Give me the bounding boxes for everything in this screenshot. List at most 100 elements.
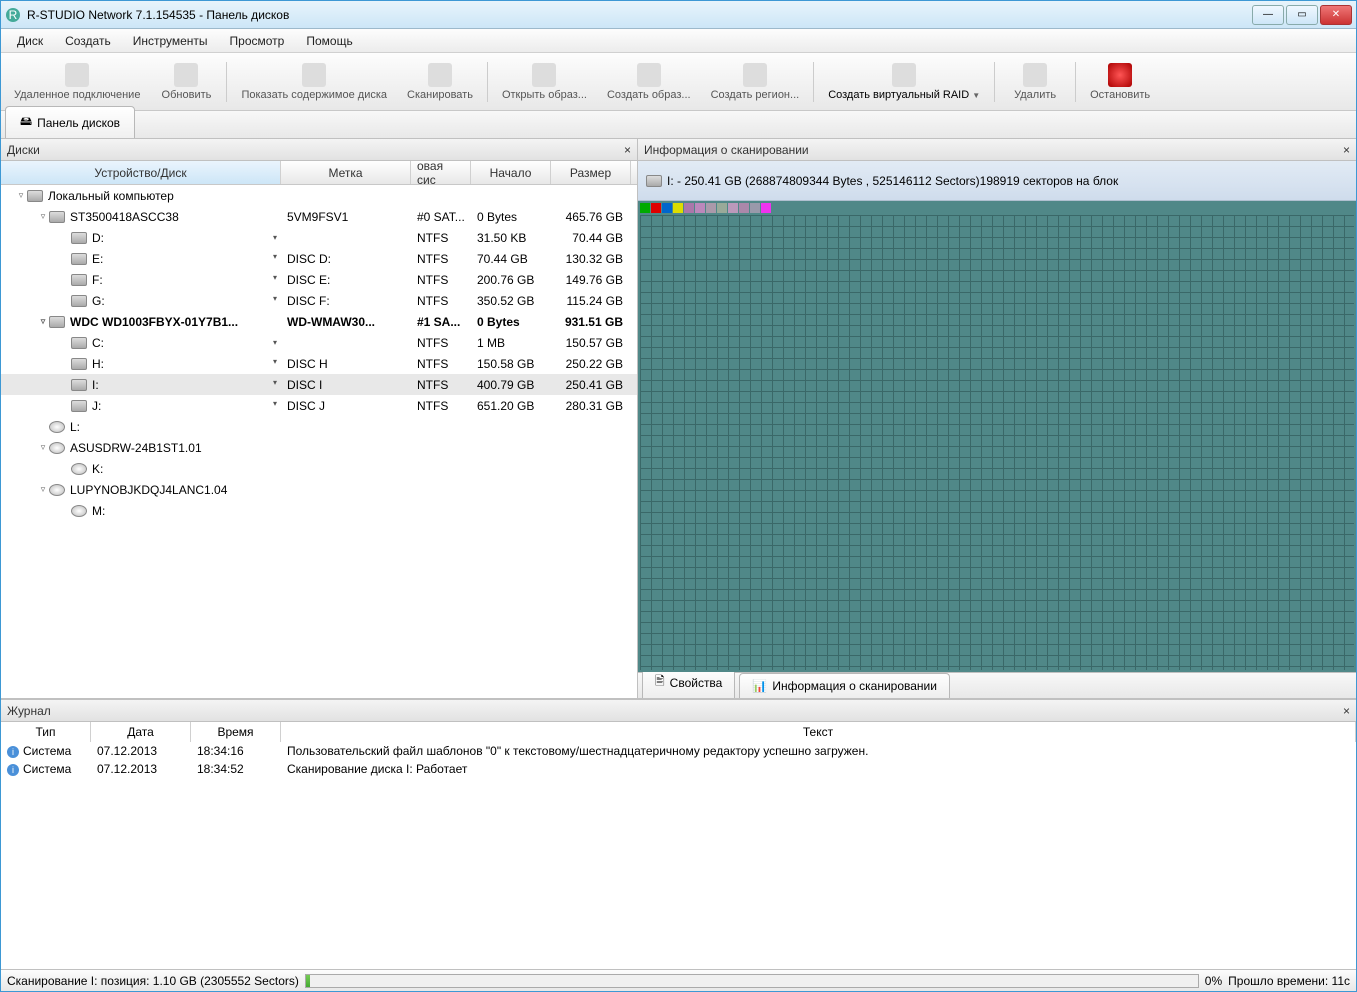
menu-Создать[interactable]: Создать [55,31,121,51]
disk-row[interactable]: J:▾DISC JNTFS651.20 GB280.31 GB [1,395,637,416]
open-image-icon [532,63,556,87]
disk-name: J: [92,399,101,413]
vol-icon [71,337,87,349]
col-label[interactable]: Метка [281,161,411,184]
disk-row[interactable]: ▿ LUPYNOBJKDQJ4LANC1.04 [1,479,637,500]
scan-volume-text: I: - 250.41 GB (268874809344 Bytes , 525… [667,174,1118,188]
log-col-text[interactable]: Текст [281,722,1356,742]
minimize-button[interactable]: — [1252,5,1284,25]
close-panel-icon[interactable]: × [624,143,631,157]
refresh-icon [174,63,198,87]
vol-icon [71,379,87,391]
disk-row[interactable]: ▿Локальный компьютер [1,185,637,206]
create-raid-icon [892,63,916,87]
disk-row[interactable]: H:▾DISC HNTFS150.58 GB250.22 GB [1,353,637,374]
properties-icon: 🖹 [655,672,665,693]
titlebar: R R-STUDIO Network 7.1.154535 - Панель д… [1,1,1356,29]
disks-icon: 🖴 [20,112,32,133]
disk-name: M: [92,504,105,518]
disk-row[interactable]: ▿ASUSDRW-24B1ST1.01 [1,437,637,458]
disks-panel-header: Диски × [1,139,637,161]
disk-row[interactable]: G:▾DISC F:NTFS350.52 GB115.24 GB [1,290,637,311]
cd-icon [49,442,65,454]
show-contents-icon [302,63,326,87]
disks-panel: Диски × Устройство/Диск Метка овая сис Н… [1,139,638,698]
disk-name: L: [70,420,80,434]
scan-button[interactable]: Сканировать [398,56,482,108]
menu-Помощь[interactable]: Помощь [296,31,362,51]
dropdown-icon[interactable]: ▾ [273,233,277,242]
open-image-button[interactable]: Открыть образ... [493,56,596,108]
create-raid-button[interactable]: Создать виртуальный RAID▼ [819,56,989,108]
log-panel: Журнал × Тип Дата Время Текст iСистема07… [1,699,1356,969]
disk-row[interactable]: M: [1,500,637,521]
status-pct: 0% [1205,974,1222,988]
log-col-type[interactable]: Тип [1,722,91,742]
tab-scan-info[interactable]: 📊Информация о сканировании [739,673,950,698]
window-title: R-STUDIO Network 7.1.154535 - Панель дис… [27,8,1252,22]
disk-row[interactable]: L: [1,416,637,437]
dropdown-icon[interactable]: ▾ [273,357,277,366]
disk-row[interactable]: K: [1,458,637,479]
disk-name: ST3500418ASCC38 [70,210,179,224]
disk-row[interactable]: ▿WDC WD1003FBYX-01Y7B1...WD-WMAW30...#1 … [1,311,637,332]
col-fs[interactable]: овая сис [411,161,471,184]
dropdown-icon[interactable]: ▾ [273,294,277,303]
menu-Просмотр[interactable]: Просмотр [220,31,295,51]
log-col-date[interactable]: Дата [91,722,191,742]
disk-grid-header: Устройство/Диск Метка овая сис Начало Ра… [1,161,637,185]
expander-icon[interactable]: ▿ [37,211,49,222]
dropdown-icon[interactable]: ▾ [273,378,277,387]
stop-icon [1108,63,1132,87]
create-image-button[interactable]: Создать образ... [598,56,700,108]
refresh-button[interactable]: Обновить [151,56,221,108]
disk-row[interactable]: F:▾DISC E:NTFS200.76 GB149.76 GB [1,269,637,290]
disk-name: F: [92,273,103,287]
info-icon: i [7,764,19,776]
disk-tree[interactable]: ▿Локальный компьютер▿ST3500418ASCC385VM9… [1,185,637,698]
scan-map[interactable] [638,201,1356,672]
disk-icon [646,175,662,187]
create-region-button[interactable]: Создать регион... [702,56,809,108]
stop-button[interactable]: Остановить [1081,56,1159,108]
disk-row[interactable]: C:▾NTFS1 MB150.57 GB [1,332,637,353]
menubar: ДискСоздатьИнструментыПросмотрПомощь [1,29,1356,53]
dropdown-icon[interactable]: ▾ [273,252,277,261]
dropdown-icon[interactable]: ▾ [273,338,277,347]
vol-icon [71,274,87,286]
disk-name: E: [92,252,103,266]
statusbar: Сканирование I: позиция: 1.10 GB (230555… [1,969,1356,991]
scan-volume-info: I: - 250.41 GB (268874809344 Bytes , 525… [638,161,1356,201]
disk-name: LUPYNOBJKDQJ4LANC1.04 [70,483,227,497]
expander-icon[interactable]: ▿ [37,484,49,495]
show-contents-button[interactable]: Показать содержимое диска [232,56,396,108]
col-size[interactable]: Размер [551,161,631,184]
dropdown-icon[interactable]: ▾ [273,399,277,408]
tab-disk-panel[interactable]: 🖴 Панель дисков [5,106,135,138]
log-col-time[interactable]: Время [191,722,281,742]
expander-icon[interactable]: ▿ [37,442,49,453]
disk-row[interactable]: E:▾DISC D:NTFS70.44 GB130.32 GB [1,248,637,269]
delete-button[interactable]: Удалить [1000,56,1070,108]
remote-connect-button[interactable]: Удаленное подключение [5,56,149,108]
delete-icon [1023,63,1047,87]
disk-row[interactable]: ▿ST3500418ASCC385VM9FSV1#0 SAT...0 Bytes… [1,206,637,227]
info-icon: i [7,746,19,758]
menu-Диск[interactable]: Диск [7,31,53,51]
close-panel-icon[interactable]: × [1343,143,1350,157]
maximize-button[interactable]: ▭ [1286,5,1318,25]
disk-name: I: [92,378,99,392]
close-panel-icon[interactable]: × [1343,704,1350,718]
dropdown-icon[interactable]: ▾ [273,273,277,282]
col-start[interactable]: Начало [471,161,551,184]
close-button[interactable]: ✕ [1320,5,1352,25]
expander-icon[interactable]: ▿ [15,190,27,201]
expander-icon[interactable]: ▿ [37,316,49,327]
pc-icon [27,190,43,202]
disk-row[interactable]: D:▾NTFS31.50 KB70.44 GB [1,227,637,248]
disk-row[interactable]: I:▾DISC INTFS400.79 GB250.41 GB [1,374,637,395]
cd-icon [49,421,65,433]
col-device[interactable]: Устройство/Диск [1,161,281,184]
hdd-icon [49,316,65,328]
menu-Инструменты[interactable]: Инструменты [123,31,218,51]
